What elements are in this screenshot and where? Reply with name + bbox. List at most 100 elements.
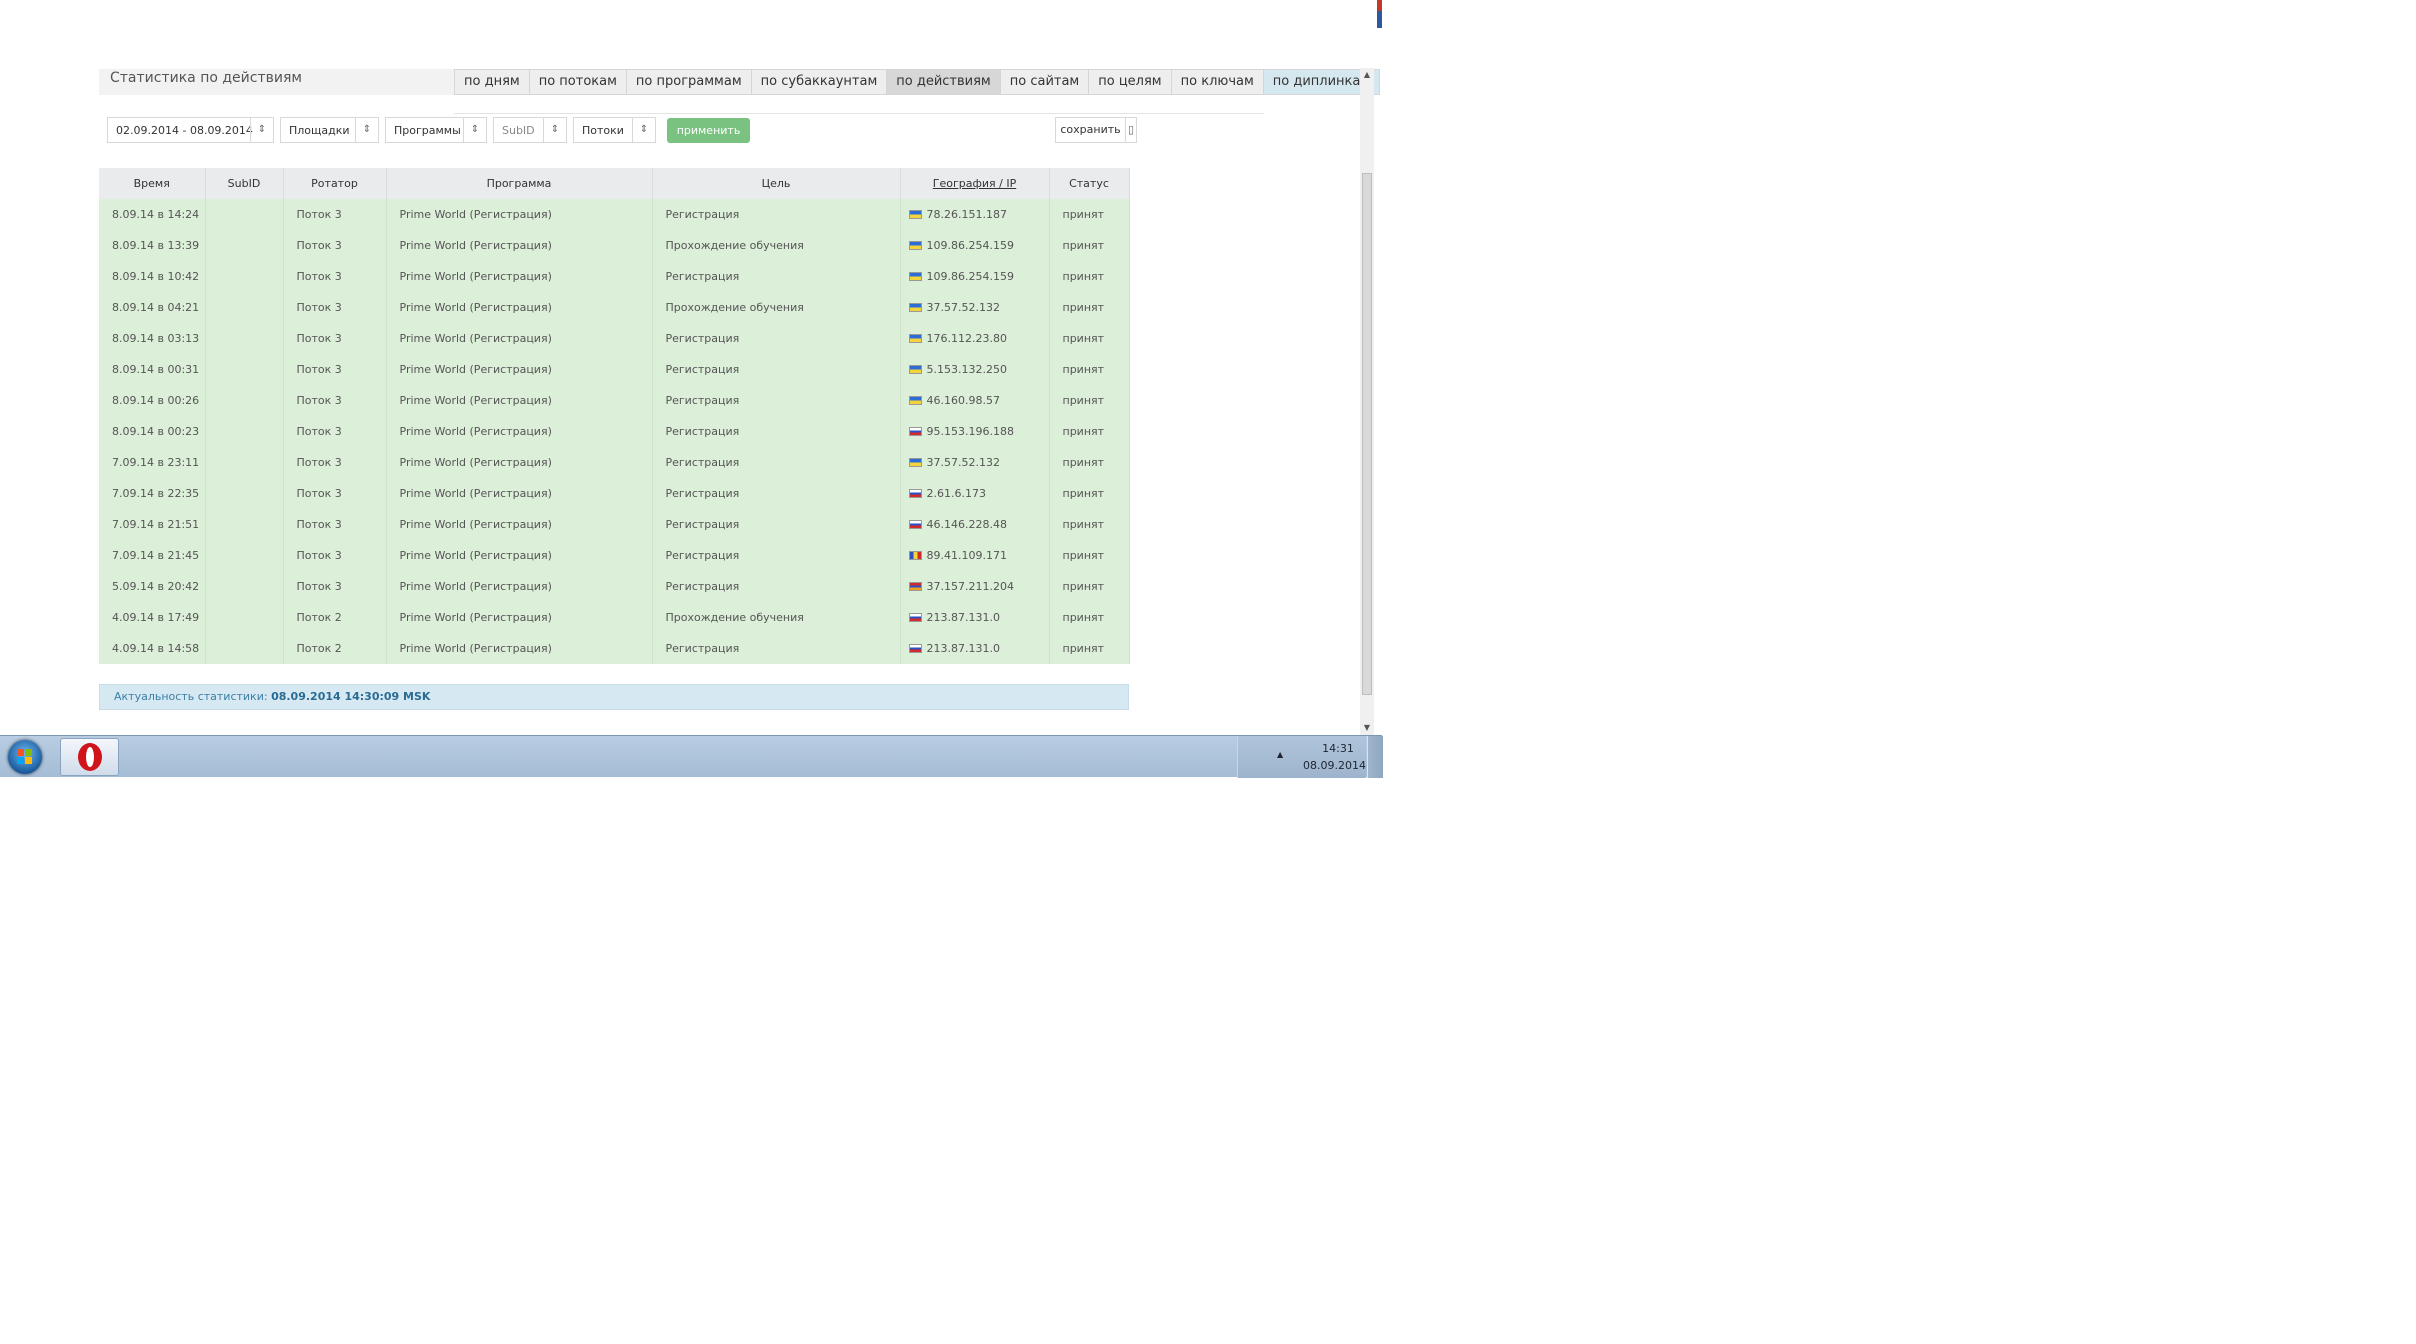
streams-value: Потоки [582,124,624,137]
country-flag-ua-icon [908,272,922,281]
cell-time: 8.09.14 в 14:24 [99,199,206,230]
col-geo-header[interactable]: География / IP [900,168,1050,199]
cell-subid [205,261,284,292]
ip-address: 176.112.23.80 [926,332,1007,345]
cell-rotator: Поток 2 [283,602,387,633]
programs-select[interactable]: Программы ⇕ [385,117,487,143]
opera-taskbar-button[interactable] [60,738,119,776]
country-flag-md-icon [908,551,922,560]
tab-by-subaccounts[interactable]: по субаккаунтам [751,69,888,95]
cell-subid [205,478,284,509]
chevron-updown-icon: ⇕ [543,118,566,142]
col-program-header[interactable]: Программа [386,168,653,199]
table-header-row: Время SubID Ротатор Программа Цель Геогр… [99,168,1130,199]
cell-status: принят [1049,292,1130,323]
table-row: 8.09.14 в 03:13 Поток 3 Prime World (Регис… [99,323,1130,354]
sites-value: Площадки [289,124,350,137]
tab-by-actions[interactable]: по действиям [887,69,1001,95]
table-row: 7.09.14 в 21:51 Поток 3 Prime World (Регис… [99,509,1130,540]
start-button[interactable] [4,739,48,775]
cell-goal: Прохождение обучения [652,230,901,261]
chevron-updown-icon: ⇕ [632,118,655,142]
table-row: 8.09.14 в 10:42 Поток 3 Prime World (Регис… [99,261,1130,292]
cell-subid [205,354,284,385]
cell-program: Prime World (Регистрация) [386,230,653,261]
cell-rotator: Поток 3 [283,509,387,540]
cell-program: Prime World (Регистрация) [386,633,653,664]
cell-program: Prime World (Регистрация) [386,385,653,416]
col-goal-header[interactable]: Цель [652,168,901,199]
tab-by-programs[interactable]: по программам [626,69,752,95]
cell-goal: Регистрация [652,354,901,385]
ip-address: 37.157.211.204 [926,580,1014,593]
cell-goal: Регистрация [652,509,901,540]
streams-select[interactable]: Потоки ⇕ [573,117,656,143]
cell-time: 7.09.14 в 21:45 [99,540,206,571]
cell-rotator: Поток 3 [283,354,387,385]
cell-program: Prime World (Регистрация) [386,602,653,633]
tab-by-goals[interactable]: по целям [1089,69,1172,95]
sites-select[interactable]: Площадки ⇕ [280,117,379,143]
table-row: 8.09.14 в 13:39 Поток 3 Prime World (Регис… [99,230,1130,261]
table-row: 7.09.14 в 22:35 Поток 3 Prime World (Регис… [99,478,1130,509]
cell-geo: 37.157.211.204 [900,571,1050,602]
cell-program: Prime World (Регистрация) [386,199,653,230]
cell-subid [205,199,284,230]
cell-goal: Регистрация [652,323,901,354]
date-range-select[interactable]: 02.09.2014 - 08.09.2014 ⇕ [107,117,274,143]
tab-by-streams[interactable]: по потокам [529,69,627,95]
chevron-updown-icon: ⇕ [355,118,378,142]
subid-select[interactable]: SubID ⇕ [493,117,567,143]
cell-geo: 109.86.254.159 [900,230,1050,261]
cell-time: 7.09.14 в 22:35 [99,478,206,509]
clock-date[interactable]: 08.09.2014 [1303,759,1366,772]
scroll-up-arrow-icon[interactable]: ▲ [1360,68,1374,82]
cell-subid [205,230,284,261]
cell-goal: Регистрация [652,478,901,509]
col-subid-header[interactable]: SubID [205,168,284,199]
save-dropdown-button[interactable]: ▯ [1125,117,1137,143]
filter-bar: 02.09.2014 - 08.09.2014 ⇕ Площадки ⇕ Про… [99,117,1139,147]
tab-by-sites[interactable]: по сайтам [1000,69,1090,95]
apply-button[interactable]: применить [667,118,750,143]
system-tray: ▲ 14:31 08.09.2014 [1237,736,1366,778]
col-rotator-header[interactable]: Ротатор [283,168,387,199]
clock-time[interactable]: 14:31 [1313,742,1363,755]
cell-time: 8.09.14 в 00:31 [99,354,206,385]
table-row: 7.09.14 в 23:11 Поток 3 Prime World (Регис… [99,447,1130,478]
cell-subid [205,292,284,323]
ip-address: 109.86.254.159 [926,270,1014,283]
cell-time: 8.09.14 в 13:39 [99,230,206,261]
windows-logo-icon [17,749,33,764]
col-status-header[interactable]: Статус [1049,168,1130,199]
cell-geo: 176.112.23.80 [900,323,1050,354]
col-time-header[interactable]: Время [99,168,206,199]
cell-goal: Регистрация [652,416,901,447]
cell-status: принят [1049,509,1130,540]
save-button[interactable]: сохранить [1055,117,1126,143]
cell-program: Prime World (Регистрация) [386,416,653,447]
cell-subid [205,602,284,633]
cell-geo: 46.146.228.48 [900,509,1050,540]
country-flag-ru-icon [908,489,922,498]
country-flag-ua-icon [908,334,922,343]
cell-goal: Регистрация [652,447,901,478]
table-row: 8.09.14 в 14:24 Поток 3 Prime World (Регис… [99,199,1130,230]
show-desktop-button[interactable] [1367,736,1383,778]
country-flag-ru-icon [908,644,922,653]
cell-status: принят [1049,199,1130,230]
scrollbar-thumb[interactable] [1362,173,1372,695]
show-hidden-icons-icon[interactable]: ▲ [1277,750,1283,759]
scroll-down-arrow-icon[interactable]: ▼ [1360,721,1374,735]
tab-by-days[interactable]: по дням [454,69,530,95]
cell-time: 8.09.14 в 03:13 [99,323,206,354]
cell-time: 8.09.14 в 00:26 [99,385,206,416]
ip-address: 95.153.196.188 [926,425,1014,438]
ip-address: 37.57.52.132 [926,456,1000,469]
country-flag-ua-icon [908,210,922,219]
cell-rotator: Поток 2 [283,633,387,664]
cell-subid [205,633,284,664]
vertical-scrollbar[interactable]: ▲ ▼ [1360,68,1374,735]
tab-by-keys[interactable]: по ключам [1171,69,1264,95]
cell-subid [205,385,284,416]
